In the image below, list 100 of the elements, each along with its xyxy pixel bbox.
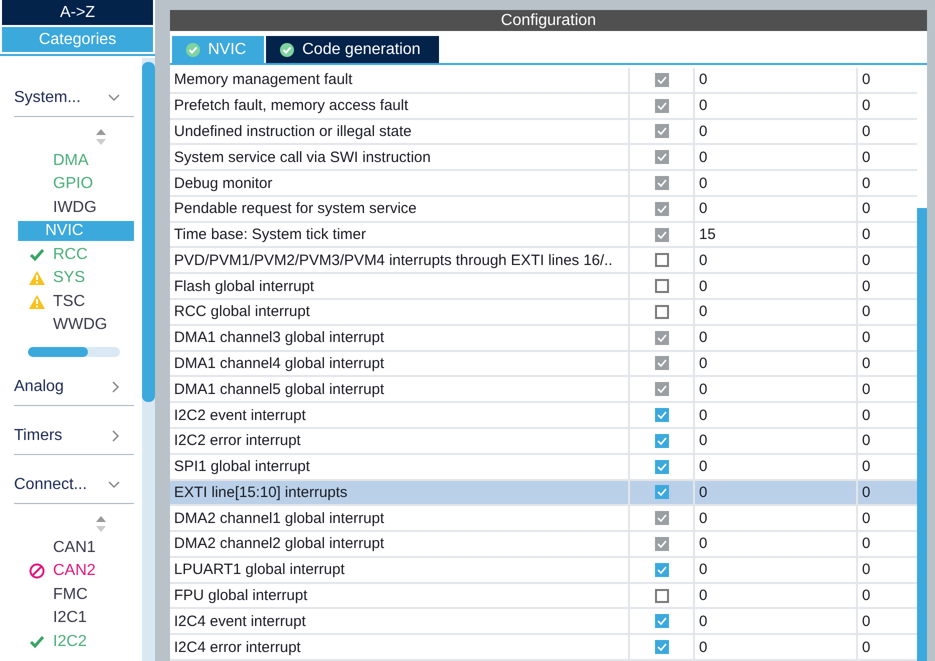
panel-title: Configuration [170,10,927,31]
table-cell: 0 [695,428,858,453]
table-cell: 0 [695,506,858,530]
table-row[interactable]: EXTI line[15:10] interrupts 0 0 [170,480,917,506]
table-cell: DMA1 channel4 global interrupt [170,352,630,376]
table-cell: 0 [695,532,858,556]
table-cell: 0 [695,558,858,582]
table-cell-text: 0 [861,328,872,348]
checkbox[interactable] [654,614,668,628]
table-cell: 0 [695,635,858,659]
tab[interactable]: Code generation [266,36,439,63]
table-cell-text: 0 [861,406,872,426]
checkbox[interactable] [654,279,668,294]
table-cell: 0 [695,352,858,376]
peripheral-item[interactable]: CAN1 [50,538,100,558]
chevron-down-icon[interactable] [108,94,120,102]
table-cell: DMA1 channel5 global interrupt [170,377,630,402]
table-cell: Flash global interrupt [170,274,630,298]
table-cell-text: 0 [861,70,872,90]
table-row[interactable]: SPI1 global interrupt 0 0 [170,454,917,480]
blocked-icon [29,563,45,580]
category-label: Connect... [14,476,87,494]
chevron-right-icon[interactable] [112,430,120,442]
scroll-thumb[interactable] [28,347,88,357]
table-cell: 0 [695,584,858,608]
table-cell: 0 [695,120,858,144]
table-cell: EXTI line[15:10] interrupts [170,480,630,504]
table-cell: 0 [695,300,858,324]
peripheral-item[interactable]: CAN2 [50,561,100,582]
checkbox[interactable] [654,588,668,603]
table-cell-text: 0 [861,174,872,194]
warning-icon [29,294,45,309]
category-header[interactable]: Analog [14,369,134,406]
scroll-track[interactable] [28,347,120,357]
table-cell: Undefined instruction or illegal state [170,120,630,144]
table-row[interactable]: I2C4 error interrupt 0 0 [170,635,917,661]
category-header[interactable]: System... [14,80,134,117]
checkbox[interactable] [654,408,668,422]
table-cell-text: 0 [861,148,872,168]
checkbox[interactable] [654,253,668,268]
table-cell: 0 [695,145,858,170]
table-row[interactable]: LPUART1 global interrupt 0 0 [170,558,917,584]
check-circle-icon [280,42,294,56]
sort-icon[interactable] [96,516,106,532]
table-cell: I2C2 error interrupt [170,428,630,453]
scrollbar-thumb[interactable] [917,208,927,661]
table-row[interactable]: FPU global interrupt 0 0 [170,584,917,610]
table-row[interactable]: I2C4 event interrupt 0 0 [170,609,917,636]
table-row[interactable]: Flash global interrupt 0 0 [170,274,917,300]
table-cell: 0 [695,377,858,402]
table-cell: I2C4 error interrupt [170,635,630,659]
table-cell-text: 0 [861,225,872,246]
peripheral-item[interactable]: IWDG [50,198,101,218]
table-cell: Prefetch fault, memory access fault [170,94,630,118]
category-label: System... [14,89,81,107]
table-cell-text: 0 [861,560,872,580]
table-cell: I2C2 event interrupt [170,403,630,427]
table-cell-text: 0 [861,276,872,297]
category-header[interactable]: Connect... [14,467,134,504]
table-cell-text: 0 [861,122,872,142]
table-cell: RCC global interrupt [170,300,630,324]
peripheral-item[interactable]: TSC [50,292,89,312]
checkbox[interactable] [654,485,668,500]
peripheral-item[interactable]: WWDG [50,315,112,336]
peripheral-item[interactable]: FMC [50,584,92,605]
table-row[interactable]: PVD/PVM1/PVM2/PVM3/PVM4 interrupts through EXTI lines 16/.. 0 0 [170,248,917,274]
table-cell-text: 0 [861,199,872,220]
check-circle-icon [186,42,200,56]
table-row[interactable]: I2C2 error interrupt 0 0 [170,428,917,455]
warning-icon [29,271,45,286]
table-row[interactable]: RCC global interrupt 0 0 [170,300,917,326]
table-cell-text: 0 [861,638,872,658]
table-cell-text: 0 [861,612,872,632]
table-cell: SPI1 global interrupt [170,454,630,478]
table-cell: 0 [695,248,858,272]
category-header[interactable]: Timers [14,418,134,455]
peripheral-item[interactable]: I2C1 [50,608,91,628]
table-cell: 0 [695,609,858,634]
table-cell: 0 [695,274,858,298]
sort-button[interactable]: A->Z [2,0,153,25]
sort-icon[interactable] [96,129,106,145]
table-row[interactable]: I2C2 event interrupt 0 0 [170,403,917,429]
table-cell: Pendable request for system service [170,196,630,221]
table-cell: 0 [695,196,858,221]
checkbox[interactable] [654,562,668,577]
table-cell-text: 0 [861,96,872,116]
checkbox[interactable] [654,640,668,654]
table-cell: 0 [695,68,858,92]
chevron-down-icon[interactable] [108,481,120,489]
category-label: Analog [14,378,64,396]
scrollbar-thumb[interactable] [142,62,155,402]
table-cell: LPUART1 global interrupt [170,558,630,582]
checkbox[interactable] [654,460,668,474]
table-cell: 0 [695,171,858,195]
chevron-right-icon[interactable] [112,381,120,393]
table-cell-text: 0 [861,586,872,606]
checkbox[interactable] [654,434,668,448]
table-cell: DMA2 channel1 global interrupt [170,506,630,530]
table-cell: I2C4 event interrupt [170,609,630,634]
checkbox[interactable] [654,304,668,319]
